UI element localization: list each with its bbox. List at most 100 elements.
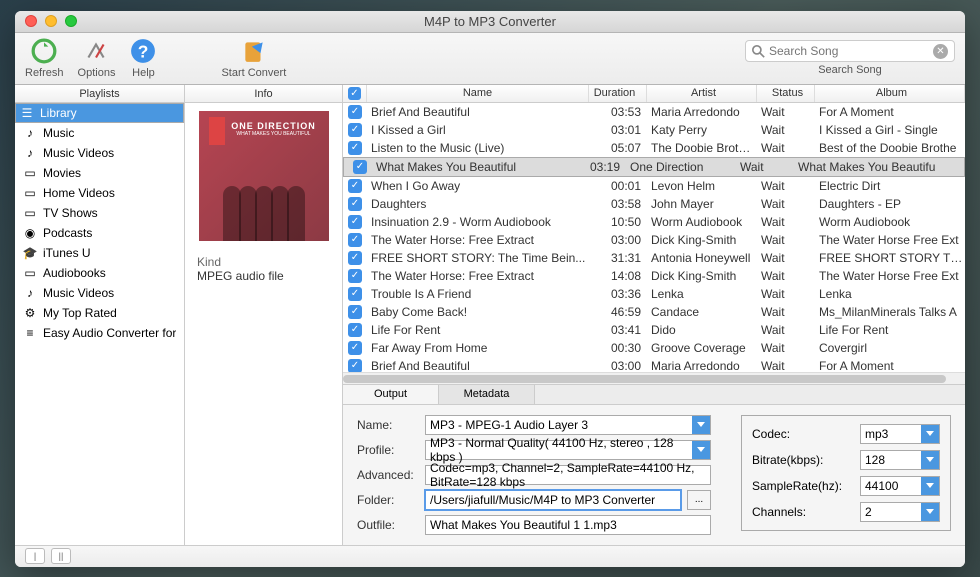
table-row[interactable]: ✓I Kissed a Girl03:01Katy PerryWaitI Kis… [343,121,965,139]
cell-artist: One Direction [626,160,736,174]
cell-duration: 00:01 [589,179,647,193]
sidebar-item-music[interactable]: ♪Music [15,123,184,143]
search-input[interactable] [769,44,933,58]
sidebar-item-my-top-rated[interactable]: ⚙My Top Rated [15,303,184,323]
cell-duration: 46:59 [589,305,647,319]
sidebar-item-tv-shows[interactable]: ▭TV Shows [15,203,184,223]
clear-search-icon[interactable]: ✕ [933,44,948,59]
col-album[interactable]: Album [815,85,965,102]
sidebar-item-home-videos[interactable]: ▭Home Videos [15,183,184,203]
samplerate-select[interactable]: 44100 [860,476,940,496]
col-name[interactable]: Name [367,85,589,102]
row-checkbox[interactable]: ✓ [343,323,367,337]
row-checkbox[interactable]: ✓ [343,269,367,283]
movie-icon: ▭ [23,166,37,180]
sidebar-item-music-videos[interactable]: ♪Music Videos [15,283,184,303]
table-row[interactable]: ✓What Makes You Beautiful03:19One Direct… [343,157,965,177]
start-convert-button[interactable]: Start Convert [221,37,286,79]
cell-artist: Maria Arredondo [647,359,757,372]
sidebar-item-audiobooks[interactable]: ▭Audiobooks [15,263,184,283]
bitrate-label: Bitrate(kbps): [752,453,852,467]
sidebar-item-movies[interactable]: ▭Movies [15,163,184,183]
sidebar-item-easy-audio-converter-for[interactable]: ≡Easy Audio Converter for [15,323,184,343]
row-checkbox[interactable]: ✓ [343,233,367,247]
table-row[interactable]: ✓Life For Rent03:41DidoWaitLife For Rent [343,321,965,339]
codec-label: Codec: [752,427,852,441]
bitrate-select[interactable]: 128 [860,450,940,470]
profile-label: Profile: [357,443,419,457]
info-header: Info [185,85,342,103]
table-row[interactable]: ✓FREE SHORT STORY: The Time Bein...31:31… [343,249,965,267]
cell-artist: Dick King-Smith [647,233,757,247]
cell-status: Wait [757,105,815,119]
row-checkbox[interactable]: ✓ [343,251,367,265]
col-status[interactable]: Status [757,85,815,102]
cell-name: Brief And Beautiful [367,105,589,119]
cell-name: Listen to the Music (Live) [367,141,589,155]
row-checkbox[interactable]: ✓ [343,105,367,119]
row-checkbox[interactable]: ✓ [343,341,367,355]
chevron-down-icon [921,451,939,469]
sidebar-item-library[interactable]: ☰Library [15,103,184,123]
outfile-field[interactable]: What Makes You Beautiful 1 1.mp3 [425,515,711,535]
table-row[interactable]: ✓Listen to the Music (Live)05:07The Doob… [343,139,965,157]
sidebar-item-music-videos[interactable]: ♪Music Videos [15,143,184,163]
row-checkbox[interactable]: ✓ [343,197,367,211]
row-checkbox[interactable]: ✓ [343,359,367,372]
cell-album: The Water Horse Free Ext [815,269,965,283]
cell-album: For A Moment [815,105,965,119]
table-row[interactable]: ✓When I Go Away00:01Levon HelmWaitElectr… [343,177,965,195]
row-checkbox[interactable]: ✓ [343,123,367,137]
row-checkbox[interactable]: ✓ [343,141,367,155]
row-checkbox[interactable]: ✓ [343,215,367,229]
table-row[interactable]: ✓Brief And Beautiful03:53Maria Arredondo… [343,103,965,121]
tab-output[interactable]: Output [343,385,439,404]
footer-btn-1[interactable]: | [25,548,45,564]
row-checkbox[interactable]: ✓ [348,160,372,174]
row-checkbox[interactable]: ✓ [343,305,367,319]
tab-metadata[interactable]: Metadata [439,385,535,404]
table-row[interactable]: ✓The Water Horse: Free Extract14:08Dick … [343,267,965,285]
cell-status: Wait [736,160,794,174]
table-header: ✓ Name Duration Artist Status Album [343,85,965,103]
table-row[interactable]: ✓Daughters03:58John MayerWaitDaughters -… [343,195,965,213]
name-select[interactable]: MP3 - MPEG-1 Audio Layer 3 [425,415,711,435]
horizontal-scrollbar[interactable] [343,372,965,384]
folder-field[interactable]: /Users/jiafull/Music/M4P to MP3 Converte… [425,490,681,510]
search-label: Search Song [818,64,882,76]
cell-artist: Dick King-Smith [647,269,757,283]
table-row[interactable]: ✓The Water Horse: Free Extract03:00Dick … [343,231,965,249]
cell-status: Wait [757,323,815,337]
col-duration[interactable]: Duration [589,85,647,102]
cell-duration: 03:41 [589,323,647,337]
refresh-button[interactable]: Refresh [25,37,64,79]
options-button[interactable]: Options [78,37,116,79]
table-row[interactable]: ✓Baby Come Back!46:59CandaceWaitMs_Milan… [343,303,965,321]
row-checkbox[interactable]: ✓ [343,179,367,193]
table-row[interactable]: ✓Far Away From Home00:30Groove CoverageW… [343,339,965,357]
row-checkbox[interactable]: ✓ [343,287,367,301]
kind-value: MPEG audio file [197,269,330,283]
help-button[interactable]: ? Help [129,37,157,79]
col-artist[interactable]: Artist [647,85,757,102]
library-icon: ☰ [20,106,34,120]
table-row[interactable]: ✓Insinuation 2.9 - Worm Audiobook10:50Wo… [343,213,965,231]
profile-select[interactable]: MP3 - Normal Quality( 44100 Hz, stereo ,… [425,440,711,460]
codec-select[interactable]: mp3 [860,424,940,444]
advanced-field[interactable]: Codec=mp3, Channel=2, SampleRate=44100 H… [425,465,711,485]
table-row[interactable]: ✓Trouble Is A Friend03:36LenkaWaitLenka [343,285,965,303]
channels-select[interactable]: 2 [860,502,940,522]
sidebar-item-itunes-u[interactable]: 🎓iTunes U [15,243,184,263]
cell-album: For A Moment [815,359,965,372]
browse-button[interactable]: ... [687,490,711,510]
footer-btn-2[interactable]: || [51,548,71,564]
main-area: ✓ Name Duration Artist Status Album ✓Bri… [343,85,965,545]
cell-duration: 00:30 [589,341,647,355]
sidebar-item-podcasts[interactable]: ◉Podcasts [15,223,184,243]
chevron-down-icon [921,503,939,521]
cell-status: Wait [757,251,815,265]
search-input-wrapper[interactable]: ✕ [745,40,955,62]
table-row[interactable]: ✓Brief And Beautiful03:00Maria Arredondo… [343,357,965,372]
cell-album: I Kissed a Girl - Single [815,123,965,137]
header-checkbox[interactable]: ✓ [343,85,367,102]
